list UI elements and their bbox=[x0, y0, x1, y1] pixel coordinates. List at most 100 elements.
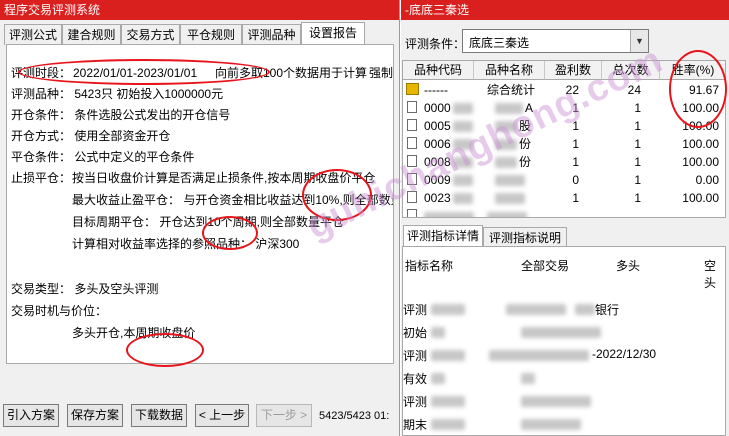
chevron-down-icon[interactable]: ▼ bbox=[630, 30, 648, 52]
redacted-value bbox=[489, 350, 589, 361]
column-header-name[interactable]: 品种名称 bbox=[474, 61, 545, 80]
header-short: 空头 bbox=[704, 259, 717, 290]
cell-name: 份 bbox=[519, 155, 532, 169]
column-header-code[interactable]: 品种代码 bbox=[403, 61, 474, 80]
save-plan-button[interactable]: 保存方案 bbox=[67, 404, 123, 427]
column-header-wins[interactable]: 盈利数 bbox=[545, 61, 602, 80]
cell-name: 份 bbox=[519, 137, 532, 151]
column-header-win-rate[interactable]: 胜率(%) bbox=[660, 61, 725, 80]
stop-loss-rule-2: 最大收益止盈平仓： 与开仓资金相比收益达到10%,则全部数量平 bbox=[72, 193, 394, 207]
cell-name: A bbox=[525, 101, 534, 115]
time-note: 向前多取100个数据用于计算 bbox=[215, 66, 368, 80]
tab-position-rules[interactable]: 建合规则 bbox=[62, 24, 121, 45]
redacted-name bbox=[495, 121, 517, 132]
redacted-value bbox=[521, 373, 535, 384]
stop-loss-rule-4: 计算相对收益率选择的参照品种： 沪深300 bbox=[72, 237, 300, 251]
cell-win-rate: 100.00 bbox=[682, 101, 719, 115]
detail-label: 期末 bbox=[403, 418, 428, 432]
redacted-label bbox=[431, 373, 445, 384]
table-row[interactable]: 0005 股 1 1 100.00 bbox=[403, 117, 725, 134]
document-icon bbox=[407, 119, 417, 131]
cell-code: 0009 bbox=[424, 173, 451, 187]
detail-label: 初始 bbox=[403, 326, 428, 340]
header-all-trades: 全部交易 bbox=[521, 259, 570, 273]
stop-loss-rule-3: 目标周期平仓： 开仓达到10个周期,则全部数量平仓 bbox=[72, 215, 345, 229]
evaluation-system-window: 程序交易评测系统 评测公式 建合规则 交易方式 平仓规则 评测品种 设置报告 评… bbox=[0, 0, 400, 436]
time-extra: 强制平 bbox=[369, 66, 394, 80]
tab-report-settings[interactable]: 设置报告 bbox=[301, 22, 365, 45]
cell-wins: 22 bbox=[565, 83, 579, 97]
condition-select[interactable]: 底底三秦选 ▼ bbox=[462, 29, 649, 53]
trade-timing-detail: 多头开仓,本周期收盘价 bbox=[72, 326, 196, 340]
table-row[interactable]: ------ 综合统计 22 24 91.67 bbox=[403, 81, 725, 98]
variety-line: 评测品种： 5423只 初始投入1000000元 bbox=[11, 87, 224, 101]
tab-close-rules[interactable]: 平仓规则 bbox=[180, 24, 242, 45]
redacted-name bbox=[495, 157, 517, 168]
redacted-label bbox=[431, 327, 445, 338]
trade-timing-label: 交易时机与价位： bbox=[11, 304, 108, 318]
time-label: 评测时段： bbox=[11, 66, 72, 80]
redacted-name bbox=[487, 212, 527, 217]
redacted-code bbox=[424, 212, 474, 217]
cell-win-rate: 100.00 bbox=[682, 119, 719, 133]
condition-value: 底底三秦选 bbox=[469, 36, 530, 50]
cell-win-rate: 100.00 bbox=[682, 155, 719, 169]
detail-tab-bar: 评测指标详情 评测指标说明 bbox=[401, 224, 729, 248]
tab-indicator-details[interactable]: 评测指标详情 bbox=[403, 225, 483, 248]
time-range: 2022/01/01-2023/01/01 bbox=[73, 66, 198, 80]
redacted-code bbox=[453, 121, 473, 132]
tab-indicator-help[interactable]: 评测指标说明 bbox=[483, 227, 567, 248]
table-row[interactable]: 0006 份 1 1 100.00 bbox=[403, 135, 725, 152]
table-row[interactable]: 0009 0 1 0.00 bbox=[403, 171, 725, 188]
cell-total: 1 bbox=[634, 155, 641, 169]
report-panel: 评测时段： 2022/01/01-2023/01/01 向前多取100个数据用于… bbox=[6, 44, 394, 364]
import-plan-button[interactable]: 引入方案 bbox=[3, 404, 59, 427]
left-window-title: 程序交易评测系统 bbox=[0, 0, 399, 20]
redacted-label bbox=[431, 350, 465, 361]
progress-status: 5423/5423 01: bbox=[319, 410, 390, 422]
prev-step-button[interactable]: < 上一步 bbox=[195, 404, 249, 427]
redacted-code bbox=[453, 175, 473, 186]
cell-total: 1 bbox=[634, 137, 641, 151]
open-mode-line: 开仓方式： 使用全部资金开仓 bbox=[11, 129, 171, 143]
tab-variety[interactable]: 评测品种 bbox=[242, 24, 301, 45]
trade-type-line: 交易类型： 多头及空头评测 bbox=[11, 282, 159, 296]
redacted-code bbox=[453, 157, 473, 168]
table-row[interactable] bbox=[403, 207, 725, 217]
summary-icon bbox=[406, 83, 419, 95]
condition-label: 评测条件： bbox=[405, 37, 466, 51]
cell-win-rate: 91.67 bbox=[688, 83, 719, 97]
document-icon bbox=[407, 137, 417, 149]
cell-total: 1 bbox=[634, 173, 641, 187]
open-condition-line: 开仓条件： 条件选股公式发出的开仓信号 bbox=[11, 108, 231, 122]
header-long: 多头 bbox=[616, 259, 641, 273]
left-button-bar: 引入方案 保存方案 下载数据 < 上一步 下一步 > 5423/5423 01: bbox=[0, 398, 400, 436]
column-header-total[interactable]: 总次数 bbox=[602, 61, 660, 80]
redacted-name bbox=[495, 103, 523, 114]
table-row[interactable]: 0023 1 1 100.00 bbox=[403, 189, 725, 206]
redacted-value bbox=[521, 419, 581, 430]
redacted-label bbox=[431, 419, 465, 430]
stop-loss-label: 止损平仓： bbox=[11, 171, 72, 185]
cell-win-rate: 100.00 bbox=[682, 137, 719, 151]
cell-code: 0008 bbox=[424, 155, 451, 169]
document-icon bbox=[407, 155, 417, 167]
result-table: 品种代码 品种名称 盈利数 总次数 胜率(%) ------ 综合统计 22 2… bbox=[402, 60, 726, 218]
cell-win-rate: 0.00 bbox=[695, 173, 719, 187]
cell-wins: 1 bbox=[572, 137, 579, 151]
table-row[interactable]: 0000 A 1 1 100.00 bbox=[403, 99, 725, 116]
left-tab-bar: 评测公式 建合规则 交易方式 平仓规则 评测品种 设置报告 bbox=[0, 22, 400, 45]
tab-trade-mode[interactable]: 交易方式 bbox=[121, 24, 180, 45]
cell-code: 0023 bbox=[424, 191, 451, 205]
redacted-label bbox=[431, 396, 465, 407]
cell-code: 0006 bbox=[424, 137, 451, 151]
redacted-name bbox=[495, 193, 525, 204]
cell-win-rate: 100.00 bbox=[682, 191, 719, 205]
cell-wins: 1 bbox=[572, 101, 579, 115]
tab-formula[interactable]: 评测公式 bbox=[4, 24, 62, 45]
detail-label: 有效 bbox=[403, 372, 428, 386]
redacted-value bbox=[506, 304, 566, 315]
download-data-button[interactable]: 下载数据 bbox=[131, 404, 187, 427]
next-step-button[interactable]: 下一步 > bbox=[256, 404, 312, 427]
table-row[interactable]: 0008 份 1 1 100.00 bbox=[403, 153, 725, 170]
